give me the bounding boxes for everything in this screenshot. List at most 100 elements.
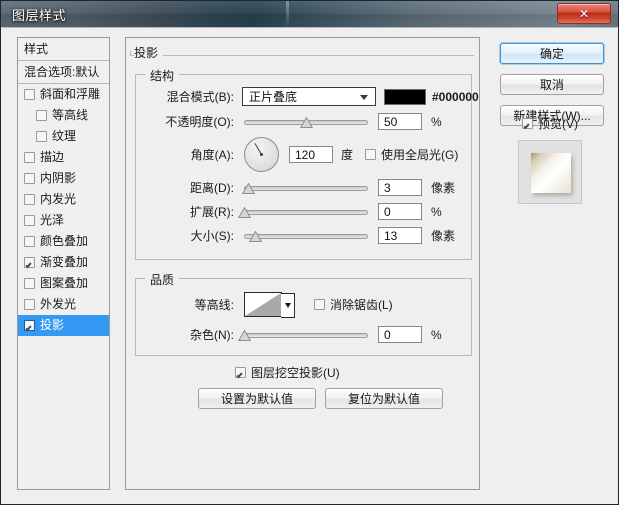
cancel-button[interactable]: 取消 [500,74,604,95]
sidebar-item[interactable]: 颜色叠加 [18,231,109,252]
size-slider-thumb[interactable] [249,230,263,242]
size-field[interactable]: 13 [378,227,422,244]
sidebar-item-checkbox[interactable] [24,215,35,226]
sidebar-item-label: 投影 [40,318,65,332]
sidebar-item-checkbox[interactable] [24,320,35,331]
opacity-slider[interactable] [244,115,368,129]
sidebar-item-label: 内阴影 [40,171,77,185]
knockout-checkbox[interactable] [235,367,246,378]
sidebar-item-label: 光泽 [40,213,65,227]
spread-label: 扩展(R): [190,205,234,219]
sidebar-item-checkbox[interactable] [24,89,35,100]
knockout-label: 图层挖空投影(U) [251,366,340,380]
dialog-client-area: 样式 混合选项:默认 斜面和浮雕 等高线 纹理 描边 内阴影 内发光 光泽 颜色叠加 渐变叠加图… [2,27,617,503]
preview-row: 预览(V) [522,115,578,132]
distance-slider[interactable] [241,181,368,195]
distance-unit: 像素 [431,181,456,195]
contour-dropdown-arrow[interactable] [281,293,295,318]
size-slider-track [244,233,368,239]
sidebar-item-checkbox[interactable] [36,110,47,121]
sidebar-item-label: 纹理 [52,129,77,143]
noise-label: 杂色(N): [190,328,234,342]
noise-unit: % [431,327,442,342]
angle-label: 角度(A): [190,148,234,162]
sidebar-item-checkbox[interactable] [24,299,35,310]
window-title: 图层样式 [12,8,67,23]
preview-checkbox[interactable] [522,118,533,129]
sidebar-item[interactable]: 光泽 [18,210,109,231]
sidebar-item-checkbox[interactable] [24,194,35,205]
sidebar-item[interactable]: 外发光 [18,294,109,315]
make-default-button[interactable]: 设置为默认值 [198,388,316,409]
sidebar-item-label: 等高线 [52,108,89,122]
blend-mode-dropdown[interactable]: 正片叠底 [242,87,376,106]
sidebar-item-label: 颜色叠加 [40,234,89,248]
sidebar-item-label: 斜面和浮雕 [40,87,101,101]
use-global-light-checkbox[interactable] [365,149,377,160]
size-slider[interactable] [244,229,368,243]
sidebar-item[interactable]: 内阴影 [18,168,109,189]
ok-label: 确定 [539,47,564,61]
blending-options-row[interactable]: 混合选项:默认 [18,61,109,84]
opacity-field[interactable]: 50 [378,113,422,130]
contour-row: 等高线: 消除锯齿(L) [148,292,393,318]
noise-slider[interactable] [238,328,368,342]
noise-field[interactable]: 0 [378,326,422,343]
sidebar-item[interactable]: 渐变叠加 [18,252,109,273]
title-bar[interactable]: 图层样式 ✕ [1,1,618,27]
sidebar-item[interactable]: 等高线 [18,105,109,126]
layer-style-dialog: 图层样式 ✕ 样式 混合选项:默认 斜面和浮雕等高线纹理描边内阴影内发光光泽颜色… [0,0,619,505]
sidebar-item-label: 描边 [40,150,65,164]
close-button[interactable]: ✕ [557,3,611,24]
angle-dial[interactable] [244,137,279,172]
sidebar-item-checkbox[interactable] [24,257,35,268]
sidebar-item[interactable]: 斜面和浮雕 [18,84,109,105]
antialias-checkbox[interactable] [314,299,325,310]
shadow-color-swatch[interactable] [384,88,426,105]
sidebar-item-label: 内发光 [40,192,77,206]
titlebar-highlight [286,1,289,27]
distance-row: 距离(D): 3 像素 [148,179,455,196]
opacity-label: 不透明度(O): [165,115,234,129]
blend-mode-label: 混合模式(B): [166,90,234,104]
noise-slider-thumb[interactable] [238,329,251,341]
ok-button[interactable]: 确定 [500,43,604,64]
cancel-label: 取消 [539,78,564,92]
spread-unit: % [431,204,442,219]
spread-field[interactable]: 0 [378,203,422,220]
sidebar-item-checkbox[interactable] [24,278,35,289]
sidebar-item[interactable]: 图案叠加 [18,273,109,294]
distance-field[interactable]: 3 [378,179,422,196]
panel-title-rule [130,55,474,56]
opacity-slider-thumb[interactable] [300,116,313,128]
sidebar-item-label: 外发光 [40,297,77,311]
shadow-color-hex: #000000 [432,89,479,104]
use-global-light-label: 使用全局光(G) [381,148,459,162]
preview-swatch [531,153,571,193]
quality-group: 品质 等高线: 消除锯齿(L) 杂色(N): 0 % [135,271,472,356]
angle-row: 角度(A): 120 度 使用全局光(G) [148,137,458,172]
sidebar-item[interactable]: 内发光 [18,189,109,210]
reset-default-button[interactable]: 复位为默认值 [325,388,443,409]
spread-slider-thumb[interactable] [238,206,251,218]
contour-preset-swatch[interactable] [244,292,295,318]
sidebar-item-checkbox[interactable] [24,173,35,184]
chevron-down-icon [360,94,368,100]
angle-field[interactable]: 120 [289,146,333,163]
sidebar-item[interactable]: 纹理 [18,126,109,147]
quality-legend: 品质 [145,271,180,288]
spread-row: 扩展(R): 0 % [148,203,442,220]
sidebar-item-checkbox[interactable] [36,131,47,142]
panel-title: 投影 [134,44,164,61]
blend-mode-row: 混合模式(B): 正片叠底 #000000 [148,87,479,106]
sidebar-item-checkbox[interactable] [24,152,35,163]
sidebar-item-checkbox[interactable] [24,236,35,247]
effect-settings-panel: 投影 结构 混合模式(B): 正片叠底 #000000 不透明度(O): 50 … [125,37,480,490]
spread-slider[interactable] [238,205,368,219]
styles-list-header: 样式 [18,38,109,61]
sidebar-item[interactable]: 投影 [18,315,109,336]
sidebar-item[interactable]: 描边 [18,147,109,168]
angle-dial-hub [260,153,263,156]
panel-title-rule-cap [130,51,131,56]
distance-slider-thumb[interactable] [241,182,255,194]
